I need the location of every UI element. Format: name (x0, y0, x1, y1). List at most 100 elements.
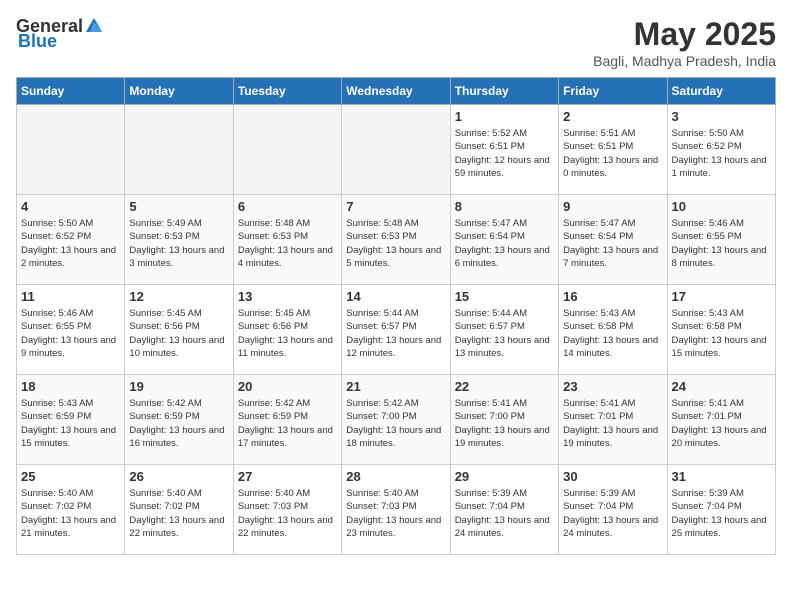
sunset-label: Sunset: 6:56 PM (129, 321, 199, 332)
day-info: Sunrise: 5:39 AMSunset: 7:04 PMDaylight:… (672, 487, 771, 540)
calendar-cell: 28Sunrise: 5:40 AMSunset: 7:03 PMDayligh… (342, 465, 450, 555)
weekday-header-sunday: Sunday (17, 78, 125, 105)
sunset-label: Sunset: 6:52 PM (21, 231, 91, 242)
day-number: 4 (21, 199, 120, 214)
daylight-label: Daylight: 13 hours and 18 minutes. (346, 425, 441, 449)
calendar-cell: 14Sunrise: 5:44 AMSunset: 6:57 PMDayligh… (342, 285, 450, 375)
day-info: Sunrise: 5:39 AMSunset: 7:04 PMDaylight:… (455, 487, 554, 540)
day-info: Sunrise: 5:41 AMSunset: 7:01 PMDaylight:… (672, 397, 771, 450)
sunset-label: Sunset: 6:57 PM (346, 321, 416, 332)
sunrise-label: Sunrise: 5:44 AM (455, 308, 527, 319)
day-info: Sunrise: 5:39 AMSunset: 7:04 PMDaylight:… (563, 487, 662, 540)
weekday-header-friday: Friday (559, 78, 667, 105)
weekday-header-tuesday: Tuesday (233, 78, 341, 105)
sunrise-label: Sunrise: 5:45 AM (129, 308, 201, 319)
day-number: 17 (672, 289, 771, 304)
week-row-2: 4Sunrise: 5:50 AMSunset: 6:52 PMDaylight… (17, 195, 776, 285)
calendar-cell: 8 Sunrise: 5:47 AMSunset: 6:54 PMDaylight… (450, 195, 558, 285)
day-number: 13 (238, 289, 337, 304)
daylight-label: Daylight: 13 hours and 24 minutes. (563, 515, 658, 539)
day-info: Sunrise: 5:40 AMSunset: 7:03 PMDaylight:… (346, 487, 445, 540)
logo-blue: Blue (18, 31, 57, 52)
sunrise-label: Sunrise: 5:42 AM (129, 398, 201, 409)
calendar-cell: 18Sunrise: 5:43 AMSunset: 6:59 PMDayligh… (17, 375, 125, 465)
sunrise-label: Sunrise: 5:43 AM (563, 308, 635, 319)
logo: General Blue (16, 16, 104, 52)
sunset-label: Sunset: 6:53 PM (238, 231, 308, 242)
sunset-label: Sunset: 6:53 PM (129, 231, 199, 242)
sunrise-label: Sunrise: 5:41 AM (672, 398, 744, 409)
daylight-label: Daylight: 13 hours and 6 minutes. (455, 245, 550, 269)
calendar-cell: 20Sunrise: 5:42 AMSunset: 6:59 PMDayligh… (233, 375, 341, 465)
sunset-label: Sunset: 6:58 PM (672, 321, 742, 332)
sunset-label: Sunset: 7:00 PM (455, 411, 525, 422)
day-info: Sunrise: 5:48 AMSunset: 6:53 PMDaylight:… (346, 217, 445, 270)
day-info: Sunrise: 5:47 AMSunset: 6:54 PMDaylight:… (455, 217, 554, 270)
calendar-cell: 22Sunrise: 5:41 AMSunset: 7:00 PMDayligh… (450, 375, 558, 465)
day-number: 12 (129, 289, 228, 304)
day-info: Sunrise: 5:42 AMSunset: 6:59 PMDaylight:… (129, 397, 228, 450)
calendar-cell: 4Sunrise: 5:50 AMSunset: 6:52 PMDaylight… (17, 195, 125, 285)
daylight-label: Daylight: 13 hours and 5 minutes. (346, 245, 441, 269)
daylight-label: Daylight: 13 hours and 21 minutes. (21, 515, 116, 539)
calendar-cell: 12Sunrise: 5:45 AMSunset: 6:56 PMDayligh… (125, 285, 233, 375)
calendar-cell: 27Sunrise: 5:40 AMSunset: 7:03 PMDayligh… (233, 465, 341, 555)
calendar-cell: 7Sunrise: 5:48 AMSunset: 6:53 PMDaylight… (342, 195, 450, 285)
calendar-cell: 23Sunrise: 5:41 AMSunset: 7:01 PMDayligh… (559, 375, 667, 465)
daylight-label: Daylight: 13 hours and 19 minutes. (455, 425, 550, 449)
daylight-label: Daylight: 13 hours and 13 minutes. (455, 335, 550, 359)
sunset-label: Sunset: 6:57 PM (455, 321, 525, 332)
day-number: 15 (455, 289, 554, 304)
day-info: Sunrise: 5:43 AMSunset: 6:58 PMDaylight:… (563, 307, 662, 360)
daylight-label: Daylight: 13 hours and 19 minutes. (563, 425, 658, 449)
day-info: Sunrise: 5:45 AMSunset: 6:56 PMDaylight:… (129, 307, 228, 360)
day-number: 14 (346, 289, 445, 304)
daylight-label: Daylight: 13 hours and 11 minutes. (238, 335, 333, 359)
sunset-label: Sunset: 7:03 PM (238, 501, 308, 512)
day-number: 21 (346, 379, 445, 394)
daylight-label: Daylight: 13 hours and 4 minutes. (238, 245, 333, 269)
day-number: 25 (21, 469, 120, 484)
day-number: 27 (238, 469, 337, 484)
sunset-label: Sunset: 6:51 PM (563, 141, 633, 152)
day-number: 20 (238, 379, 337, 394)
day-number: 28 (346, 469, 445, 484)
weekday-header-monday: Monday (125, 78, 233, 105)
day-number: 16 (563, 289, 662, 304)
daylight-label: Daylight: 13 hours and 22 minutes. (238, 515, 333, 539)
calendar-cell: 11Sunrise: 5:46 AMSunset: 6:55 PMDayligh… (17, 285, 125, 375)
calendar-cell (17, 105, 125, 195)
day-number: 26 (129, 469, 228, 484)
calendar-cell: 1Sunrise: 5:52 AMSunset: 6:51 PMDaylight… (450, 105, 558, 195)
sunset-label: Sunset: 6:55 PM (672, 231, 742, 242)
day-info: Sunrise: 5:44 AM Sunset: 6:57 PM Daylight:… (455, 307, 554, 360)
daylight-label: Daylight: 13 hours and 16 minutes. (129, 425, 224, 449)
day-info: Sunrise: 5:48 AMSunset: 6:53 PMDaylight:… (238, 217, 337, 270)
sunset-label: Sunset: 7:03 PM (346, 501, 416, 512)
sunrise-label: Sunrise: 5:39 AM (672, 488, 744, 499)
day-number: 9 (563, 199, 662, 214)
sunrise-label: Sunrise: 5:48 AM (346, 218, 418, 229)
day-info: Sunrise: 5:52 AMSunset: 6:51 PMDaylight:… (455, 127, 554, 180)
sunrise-label: Sunrise: 5:46 AM (672, 218, 744, 229)
sunrise-label: Sunrise: 5:40 AM (346, 488, 418, 499)
logo-icon (84, 16, 104, 36)
calendar-cell: 30Sunrise: 5:39 AMSunset: 7:04 PMDayligh… (559, 465, 667, 555)
sunrise-label: Sunrise: 5:43 AM (672, 308, 744, 319)
daylight-label: Daylight: 13 hours and 2 minutes. (21, 245, 116, 269)
daylight-label: Daylight: 13 hours and 15 minutes. (21, 425, 116, 449)
sunset-label: Sunset: 6:55 PM (21, 321, 91, 332)
week-row-3: 11Sunrise: 5:46 AMSunset: 6:55 PMDayligh… (17, 285, 776, 375)
calendar-table: SundayMondayTuesdayWednesdayThursdayFrid… (16, 77, 776, 555)
calendar-cell: 2Sunrise: 5:51 AMSunset: 6:51 PMDaylight… (559, 105, 667, 195)
calendar-cell: 29Sunrise: 5:39 AMSunset: 7:04 PMDayligh… (450, 465, 558, 555)
location: Bagli, Madhya Pradesh, India (593, 53, 776, 69)
day-number: 31 (672, 469, 771, 484)
sunset-label: Sunset: 6:54 PM (563, 231, 633, 242)
daylight-label: Daylight: 13 hours and 8 minutes. (672, 245, 767, 269)
day-info: Sunrise: 5:41 AMSunset: 7:00 PMDaylight:… (455, 397, 554, 450)
daylight-label: Daylight: 13 hours and 12 minutes. (346, 335, 441, 359)
daylight-label: Daylight: 13 hours and 17 minutes. (238, 425, 333, 449)
day-number: 8 (455, 199, 554, 214)
daylight-label: Daylight: 13 hours and 0 minutes. (563, 155, 658, 179)
